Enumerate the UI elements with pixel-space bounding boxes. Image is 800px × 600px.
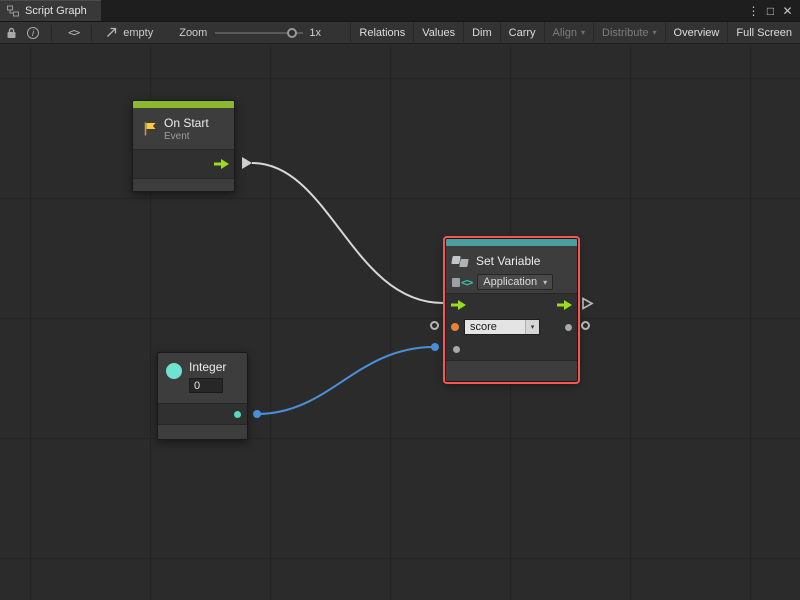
- zoom-slider[interactable]: [215, 22, 303, 44]
- toolbar-buttons: Relations Values Dim Carry Align ▾ Distri…: [350, 22, 800, 44]
- value-out-connector-ring[interactable]: [581, 321, 590, 330]
- menu-icon[interactable]: ⋮: [745, 0, 762, 22]
- button-label: Overview: [674, 27, 720, 39]
- node-title: On Start: [164, 116, 209, 130]
- graph-canvas[interactable]: On Start Event Set Variable: [0, 44, 800, 600]
- code-icon[interactable]: <>: [68, 26, 79, 39]
- node-title-row: Set Variable: [452, 251, 571, 271]
- zoom-value: 1x: [309, 27, 321, 39]
- lock-icon[interactable]: [6, 27, 17, 39]
- graph-icon: [7, 5, 19, 17]
- align-button[interactable]: Align ▾: [544, 22, 593, 44]
- variable-color-strip: [446, 239, 577, 246]
- variable-name-value: score: [465, 321, 497, 333]
- selection-label: empty: [123, 27, 153, 39]
- value-port-row: [446, 338, 577, 360]
- node-header: Set Variable <> Application ▾: [446, 246, 577, 293]
- node-footer: [158, 425, 247, 439]
- scope-value: Application: [483, 276, 537, 288]
- value-wire-end-dot[interactable]: [431, 343, 439, 351]
- relations-button[interactable]: Relations: [350, 22, 413, 44]
- port-section: score ▾: [446, 293, 577, 361]
- chevron-down-icon: ▾: [525, 320, 539, 334]
- graph-toolbar: i <> empty Zoom 1x Relations Values Dim …: [0, 22, 800, 44]
- flow-wire[interactable]: [252, 163, 443, 303]
- dim-button[interactable]: Dim: [463, 22, 500, 44]
- port-section: [158, 403, 247, 425]
- node-set-variable[interactable]: Set Variable <> Application ▾: [445, 238, 578, 382]
- node-integer[interactable]: Integer 0: [157, 352, 248, 440]
- wires-layer: [0, 44, 800, 600]
- square-icon: [452, 278, 460, 287]
- zoom-slider-handle[interactable]: [287, 28, 297, 38]
- node-on-start[interactable]: On Start Event: [132, 100, 235, 192]
- value-output-port[interactable]: [565, 324, 572, 331]
- value-wire-start-dot[interactable]: [253, 410, 261, 418]
- flow-output-port[interactable]: [214, 159, 229, 169]
- name-in-connector-ring[interactable]: [430, 321, 439, 330]
- chevron-down-icon: ▾: [653, 28, 657, 37]
- flow-input-port[interactable]: [451, 300, 466, 310]
- button-label: Carry: [509, 27, 536, 39]
- flag-icon: [142, 121, 158, 137]
- node-title: Integer: [189, 360, 226, 374]
- integer-icon: [166, 363, 182, 379]
- tab-script-graph[interactable]: Script Graph: [0, 0, 101, 21]
- node-header: On Start Event: [133, 108, 234, 149]
- flow-out-connector-triangle[interactable]: [581, 297, 594, 310]
- node-titles: Integer 0: [189, 360, 226, 397]
- close-icon[interactable]: ✕: [779, 0, 796, 22]
- carry-button[interactable]: Carry: [500, 22, 544, 44]
- node-header: Integer 0: [158, 353, 247, 403]
- node-footer: [133, 179, 234, 191]
- fullscreen-button[interactable]: Full Screen: [727, 22, 800, 44]
- titlebar: Script Graph ⋮ □ ✕: [0, 0, 800, 22]
- maximize-icon[interactable]: □: [762, 0, 779, 22]
- chevron-down-icon: ▾: [581, 28, 585, 37]
- port-section: [133, 149, 234, 179]
- name-port-row: score ▾: [446, 316, 577, 338]
- window-controls: ⋮ □ ✕: [745, 0, 800, 21]
- code-variable-icon: <>: [452, 276, 472, 289]
- integer-value-field[interactable]: 0: [189, 378, 223, 393]
- integer-output-port[interactable]: [234, 411, 241, 418]
- toolbar-separator: [91, 25, 92, 41]
- node-title: Set Variable: [476, 254, 540, 268]
- selection-pointer-icon: [106, 27, 118, 38]
- angle-brackets-icon: <>: [461, 276, 472, 289]
- button-label: Align: [553, 27, 577, 39]
- button-label: Values: [422, 27, 455, 39]
- node-scope-row: <> Application ▾: [452, 274, 571, 290]
- event-color-strip: [133, 101, 234, 108]
- scope-dropdown[interactable]: Application ▾: [477, 274, 553, 290]
- variable-name-dropdown[interactable]: score ▾: [464, 319, 540, 335]
- flow-wire-start-arrow[interactable]: [242, 157, 252, 169]
- chevron-down-icon: ▾: [543, 278, 547, 287]
- distribute-button[interactable]: Distribute ▾: [593, 22, 664, 44]
- variables-icon: [452, 255, 470, 268]
- info-icon[interactable]: i: [27, 27, 39, 39]
- node-titles: On Start Event: [164, 116, 209, 142]
- button-label: Distribute: [602, 27, 648, 39]
- node-subtitle: Event: [164, 131, 209, 142]
- toolbar-separator: [51, 25, 52, 41]
- script-graph-window: Script Graph ⋮ □ ✕ i <> empty Zoom: [0, 0, 800, 600]
- node-footer: [446, 361, 577, 381]
- button-label: Dim: [472, 27, 492, 39]
- tab-label: Script Graph: [25, 5, 87, 17]
- button-label: Relations: [359, 27, 405, 39]
- zoom-label: Zoom: [179, 27, 207, 39]
- name-input-port[interactable]: [451, 323, 459, 331]
- flow-port-row: [446, 294, 577, 316]
- value-wire[interactable]: [257, 347, 434, 414]
- button-label: Full Screen: [736, 27, 792, 39]
- value-input-port[interactable]: [453, 346, 460, 353]
- flow-output-port[interactable]: [557, 300, 572, 310]
- overview-button[interactable]: Overview: [665, 22, 728, 44]
- values-button[interactable]: Values: [413, 22, 463, 44]
